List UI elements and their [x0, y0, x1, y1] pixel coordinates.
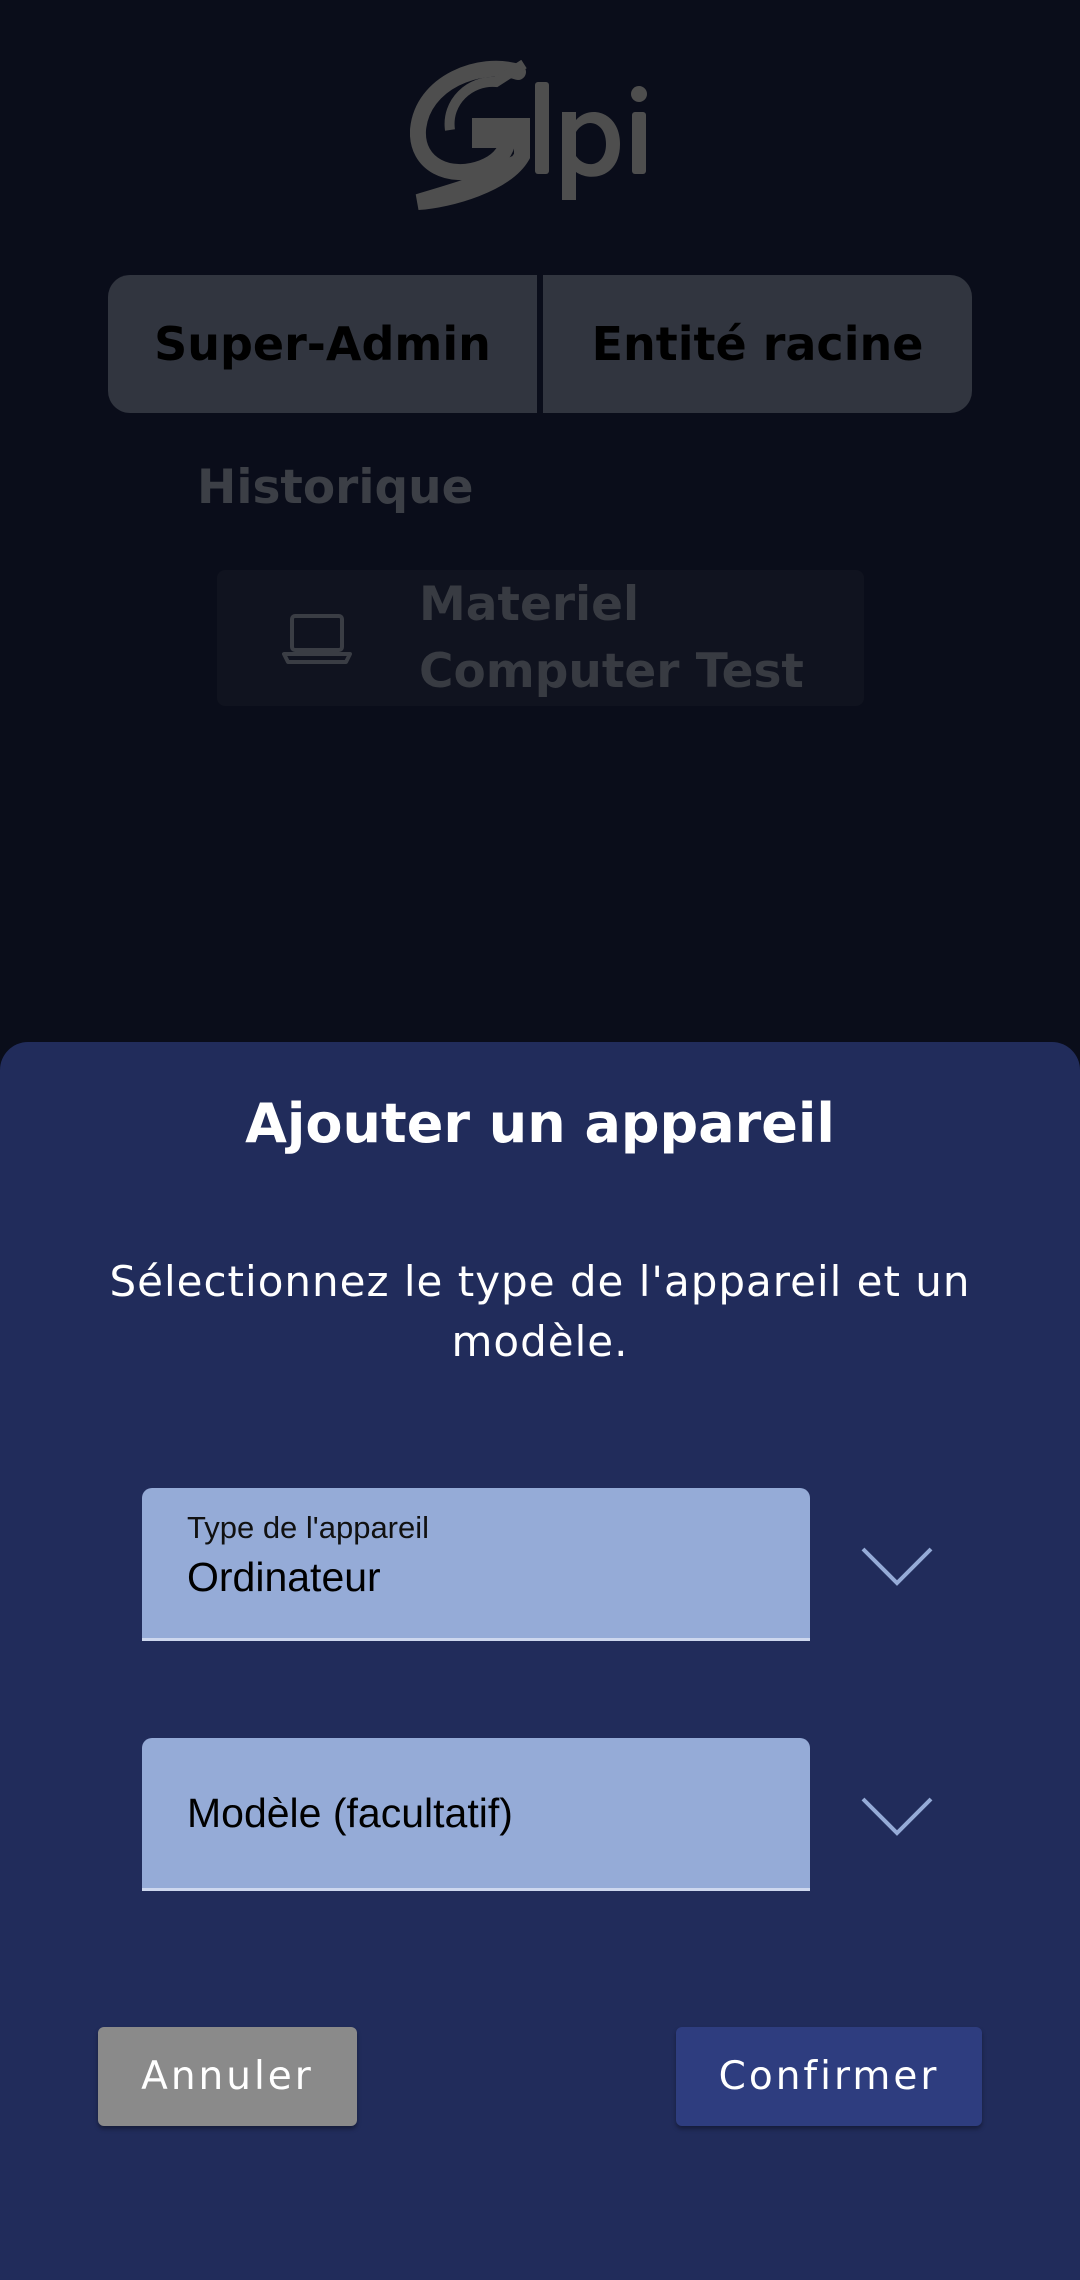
- chevron-down-icon[interactable]: [860, 1795, 934, 1839]
- history-item[interactable]: Materiel Computer Test: [217, 570, 864, 706]
- confirm-button[interactable]: Confirmer: [676, 2027, 982, 2126]
- device-type-label: Type de l'appareil: [187, 1510, 430, 1545]
- add-device-sheet: Ajouter un appareil Sélectionnez le type…: [0, 1042, 1080, 2280]
- history-item-category: Materiel: [419, 577, 640, 632]
- glpi-logo: [409, 59, 680, 210]
- screen: Super-Admin Entité racine Historique Mat…: [0, 0, 1080, 2280]
- history-item-name: Computer Test: [419, 644, 804, 699]
- dialog-description: Sélectionnez le type de l'appareil et un…: [109, 1257, 971, 1366]
- profile-entity-button[interactable]: Entité racine: [543, 275, 972, 413]
- dialog-title: Ajouter un appareil: [245, 1092, 835, 1155]
- history-item-text: Materiel Computer Test: [419, 571, 804, 705]
- model-placeholder: Modèle (facultatif): [187, 1790, 513, 1836]
- model-select[interactable]: Modèle (facultatif): [142, 1738, 810, 1891]
- profile-bar: Super-Admin Entité racine: [108, 275, 972, 413]
- cancel-button[interactable]: Annuler: [98, 2027, 357, 2126]
- chevron-down-icon[interactable]: [860, 1545, 934, 1589]
- laptop-icon: [282, 610, 352, 666]
- device-type-value: Ordinateur: [187, 1554, 381, 1600]
- device-type-select[interactable]: Type de l'appareil Ordinateur: [142, 1488, 810, 1641]
- history-title: Historique: [197, 460, 474, 515]
- profile-role-button[interactable]: Super-Admin: [108, 275, 537, 413]
